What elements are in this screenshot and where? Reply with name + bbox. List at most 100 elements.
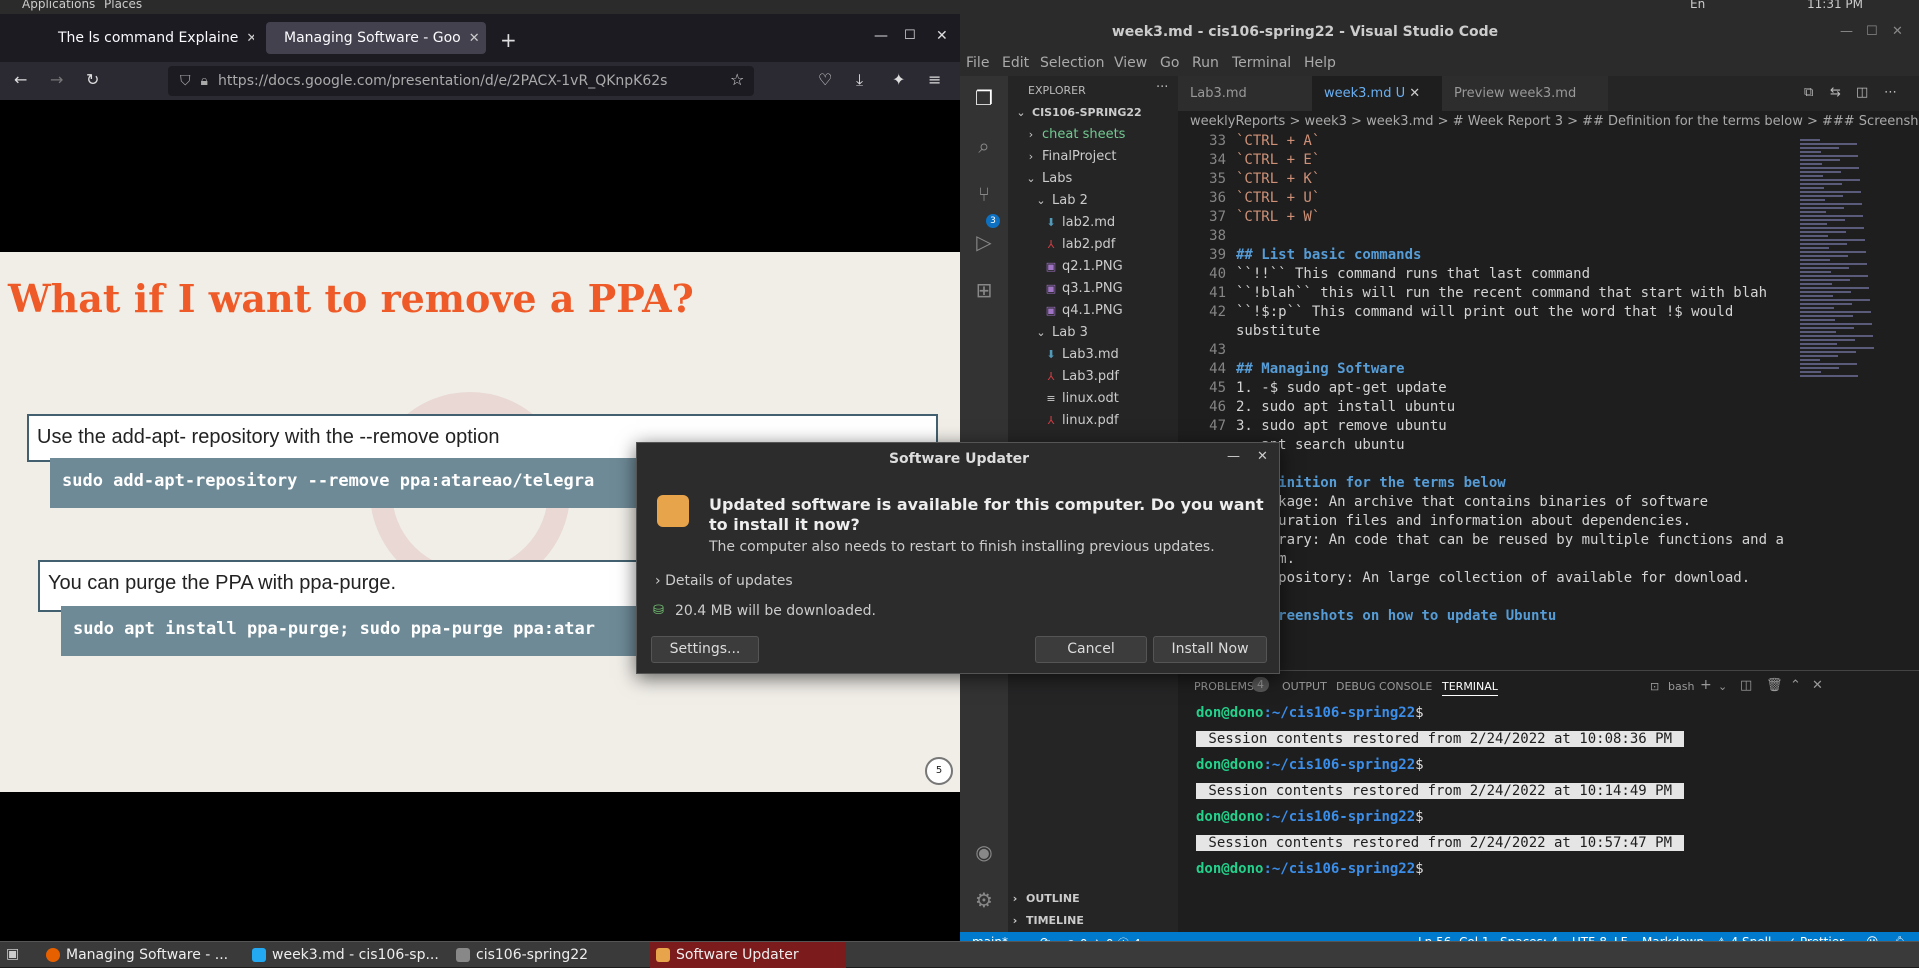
reload-icon[interactable]: ↻ [86, 70, 99, 89]
minimize-button[interactable]: — [874, 28, 888, 44]
maximize-button[interactable]: ☐ [904, 28, 916, 43]
more-actions-icon[interactable]: ⋯ [1884, 85, 1897, 100]
menu-selection[interactable]: Selection [1040, 55, 1105, 71]
code-line[interactable]: Screenshots on how to update Ubuntu [1236, 608, 1556, 624]
code-line[interactable]: ibrary: An code that can be reused by mu… [1236, 532, 1784, 548]
code-line[interactable]: substitute [1236, 323, 1320, 339]
tree-item[interactable]: › cheat sheets [1008, 124, 1178, 146]
close-icon[interactable]: ✕ [1409, 86, 1420, 101]
source-control-icon[interactable]: ⑂ [972, 182, 996, 206]
tree-item[interactable]: ⌄ Labs [1008, 168, 1178, 190]
split-editor-icon[interactable]: ◫ [1856, 85, 1868, 100]
install-now-button[interactable]: Install Now [1153, 636, 1267, 663]
tree-item[interactable]: ▣ q2.1.PNG [1008, 256, 1178, 278]
minimize-button[interactable]: — [1227, 449, 1240, 464]
back-icon[interactable]: ← [14, 70, 27, 89]
shield-icon[interactable]: ⛉ [180, 73, 191, 89]
code-line[interactable]: `CTRL + A` [1236, 133, 1320, 149]
minimize-button[interactable]: — [1840, 24, 1853, 39]
tab-managing-software[interactable]: Managing Software - Goo ✕ [266, 22, 486, 54]
code-line[interactable]: ``!$:p`` This command will print out the… [1236, 304, 1733, 320]
tree-item[interactable]: ▣ q4.1.PNG [1008, 300, 1178, 322]
code-line[interactable]: `CTRL + U` [1236, 190, 1320, 206]
extension-icon[interactable]: ✦ [892, 70, 905, 89]
chevron-down-icon[interactable]: ⌄ [1718, 680, 1727, 693]
tree-item[interactable]: ▣ q3.1.PNG [1008, 278, 1178, 300]
code-line[interactable]: iguration files and information about de… [1236, 513, 1691, 529]
compare-icon[interactable]: ⇆ [1830, 85, 1841, 100]
tab-problems[interactable]: PROBLEMS [1194, 680, 1254, 693]
taskbar-software-updater[interactable]: Software Updater [650, 942, 846, 968]
minimap[interactable] [1796, 133, 1886, 633]
code-line[interactable]: 1. -$ sudo apt-get update [1236, 380, 1447, 396]
details-expander[interactable]: › Details of updates [655, 573, 793, 589]
menu-help[interactable]: Help [1304, 55, 1336, 71]
menu-go[interactable]: Go [1160, 55, 1179, 71]
language-indicator[interactable]: En [1690, 0, 1705, 11]
open-preview-icon[interactable]: ⧉ [1804, 85, 1813, 100]
menu-view[interactable]: View [1114, 55, 1147, 71]
breadcrumb[interactable]: weeklyReports > week3 > week3.md > # Wee… [1178, 111, 1919, 133]
tab-terminal[interactable]: TERMINAL [1442, 680, 1498, 696]
code-line[interactable]: 2. sudo apt install ubuntu [1236, 399, 1455, 415]
code-line[interactable]: Repository: An large collection of avail… [1236, 570, 1750, 586]
account-icon[interactable]: ◉ [972, 840, 996, 864]
tree-item[interactable]: ⬇ Lab3.md [1008, 344, 1178, 366]
tree-item[interactable]: ⅄ lab2.pdf [1008, 234, 1178, 256]
settings-gear-icon[interactable]: ⚙ [972, 888, 996, 912]
tree-item[interactable]: ⅄ Lab3.pdf [1008, 366, 1178, 388]
download-icon[interactable]: ⤓ [856, 70, 863, 90]
bookmark-star-icon[interactable]: ☆ [730, 70, 744, 89]
extensions-icon[interactable]: ⊞ [972, 278, 996, 302]
code-line[interactable]: ackage: An archive that contains binarie… [1236, 494, 1708, 510]
run-debug-icon[interactable]: ▷ [972, 230, 996, 254]
trash-icon[interactable]: 🗑︎ [1766, 678, 1783, 693]
tree-item[interactable]: ≡ linux.odt [1008, 388, 1178, 410]
show-desktop-icon[interactable]: ▣ [6, 946, 19, 962]
code-line[interactable]: ``!blah`` this will run the recent comma… [1236, 285, 1767, 301]
menu-terminal[interactable]: Terminal [1232, 55, 1291, 71]
close-panel-icon[interactable]: ✕ [1812, 678, 1823, 693]
maximize-panel-icon[interactable]: ⌃ [1790, 678, 1801, 693]
tab-preview-week3[interactable]: Preview week3.md [1442, 76, 1608, 111]
menu-icon[interactable]: ≡ [928, 70, 941, 89]
menu-file[interactable]: File [966, 55, 989, 71]
tree-item[interactable]: › FinalProject [1008, 146, 1178, 168]
taskbar-vscode[interactable]: week3.md - cis106-sp... [246, 942, 439, 968]
tab-ls-command[interactable]: The ls command Explaine ✕ [40, 22, 254, 54]
tab-week3-md[interactable]: week3.md U ✕ [1312, 76, 1442, 111]
menu-edit[interactable]: Edit [1002, 55, 1029, 71]
tab-output[interactable]: OUTPUT [1282, 680, 1327, 693]
close-icon[interactable]: ✕ [469, 31, 480, 46]
close-window-button[interactable]: ✕ [936, 28, 948, 44]
taskbar-folder[interactable]: cis106-spring22 [450, 942, 640, 968]
code-line[interactable]: ## Managing Software [1236, 361, 1405, 377]
outline-section[interactable]: › OUTLINE [1008, 888, 1178, 910]
code-line[interactable]: `CTRL + E` [1236, 152, 1320, 168]
taskbar-firefox[interactable]: Managing Software - ... [40, 942, 230, 968]
new-terminal-icon[interactable]: + [1700, 677, 1712, 693]
search-icon[interactable]: ⌕ [972, 134, 996, 158]
url-bar[interactable]: ⛉ 🔒︎ https://docs.google.com/presentatio… [168, 66, 754, 96]
url-text[interactable]: https://docs.google.com/presentation/d/e… [218, 73, 668, 89]
cancel-button[interactable]: Cancel [1035, 636, 1147, 663]
tree-item[interactable]: ⌄ Lab 2 [1008, 190, 1178, 212]
tree-item[interactable]: ⌄ CIS106-SPRING22 [1008, 102, 1178, 124]
tree-item[interactable]: ⅄ linux.pdf [1008, 410, 1178, 432]
close-window-button[interactable]: ✕ [1892, 24, 1903, 39]
clock[interactable]: 11:31 PM [1807, 0, 1863, 11]
forward-icon[interactable]: → [50, 70, 63, 89]
applications-menu[interactable]: Applications [22, 0, 95, 11]
code-line[interactable]: `CTRL + K` [1236, 171, 1320, 187]
pocket-icon[interactable]: ♡ [818, 70, 832, 89]
code-line[interactable]: ## List basic commands [1236, 247, 1421, 263]
settings-button[interactable]: Settings... [651, 636, 759, 663]
split-terminal-icon[interactable]: ◫ [1740, 678, 1752, 693]
tab-lab3-md[interactable]: Lab3.md [1178, 76, 1312, 111]
close-icon[interactable]: ✕ [246, 31, 254, 46]
code-line[interactable]: 3. sudo apt remove ubuntu [1236, 418, 1447, 434]
explorer-icon[interactable]: ❐ [972, 86, 996, 110]
more-actions-icon[interactable]: ··· [1156, 80, 1168, 95]
new-tab-button[interactable]: + [500, 28, 517, 52]
maximize-button[interactable]: ☐ [1866, 24, 1878, 39]
